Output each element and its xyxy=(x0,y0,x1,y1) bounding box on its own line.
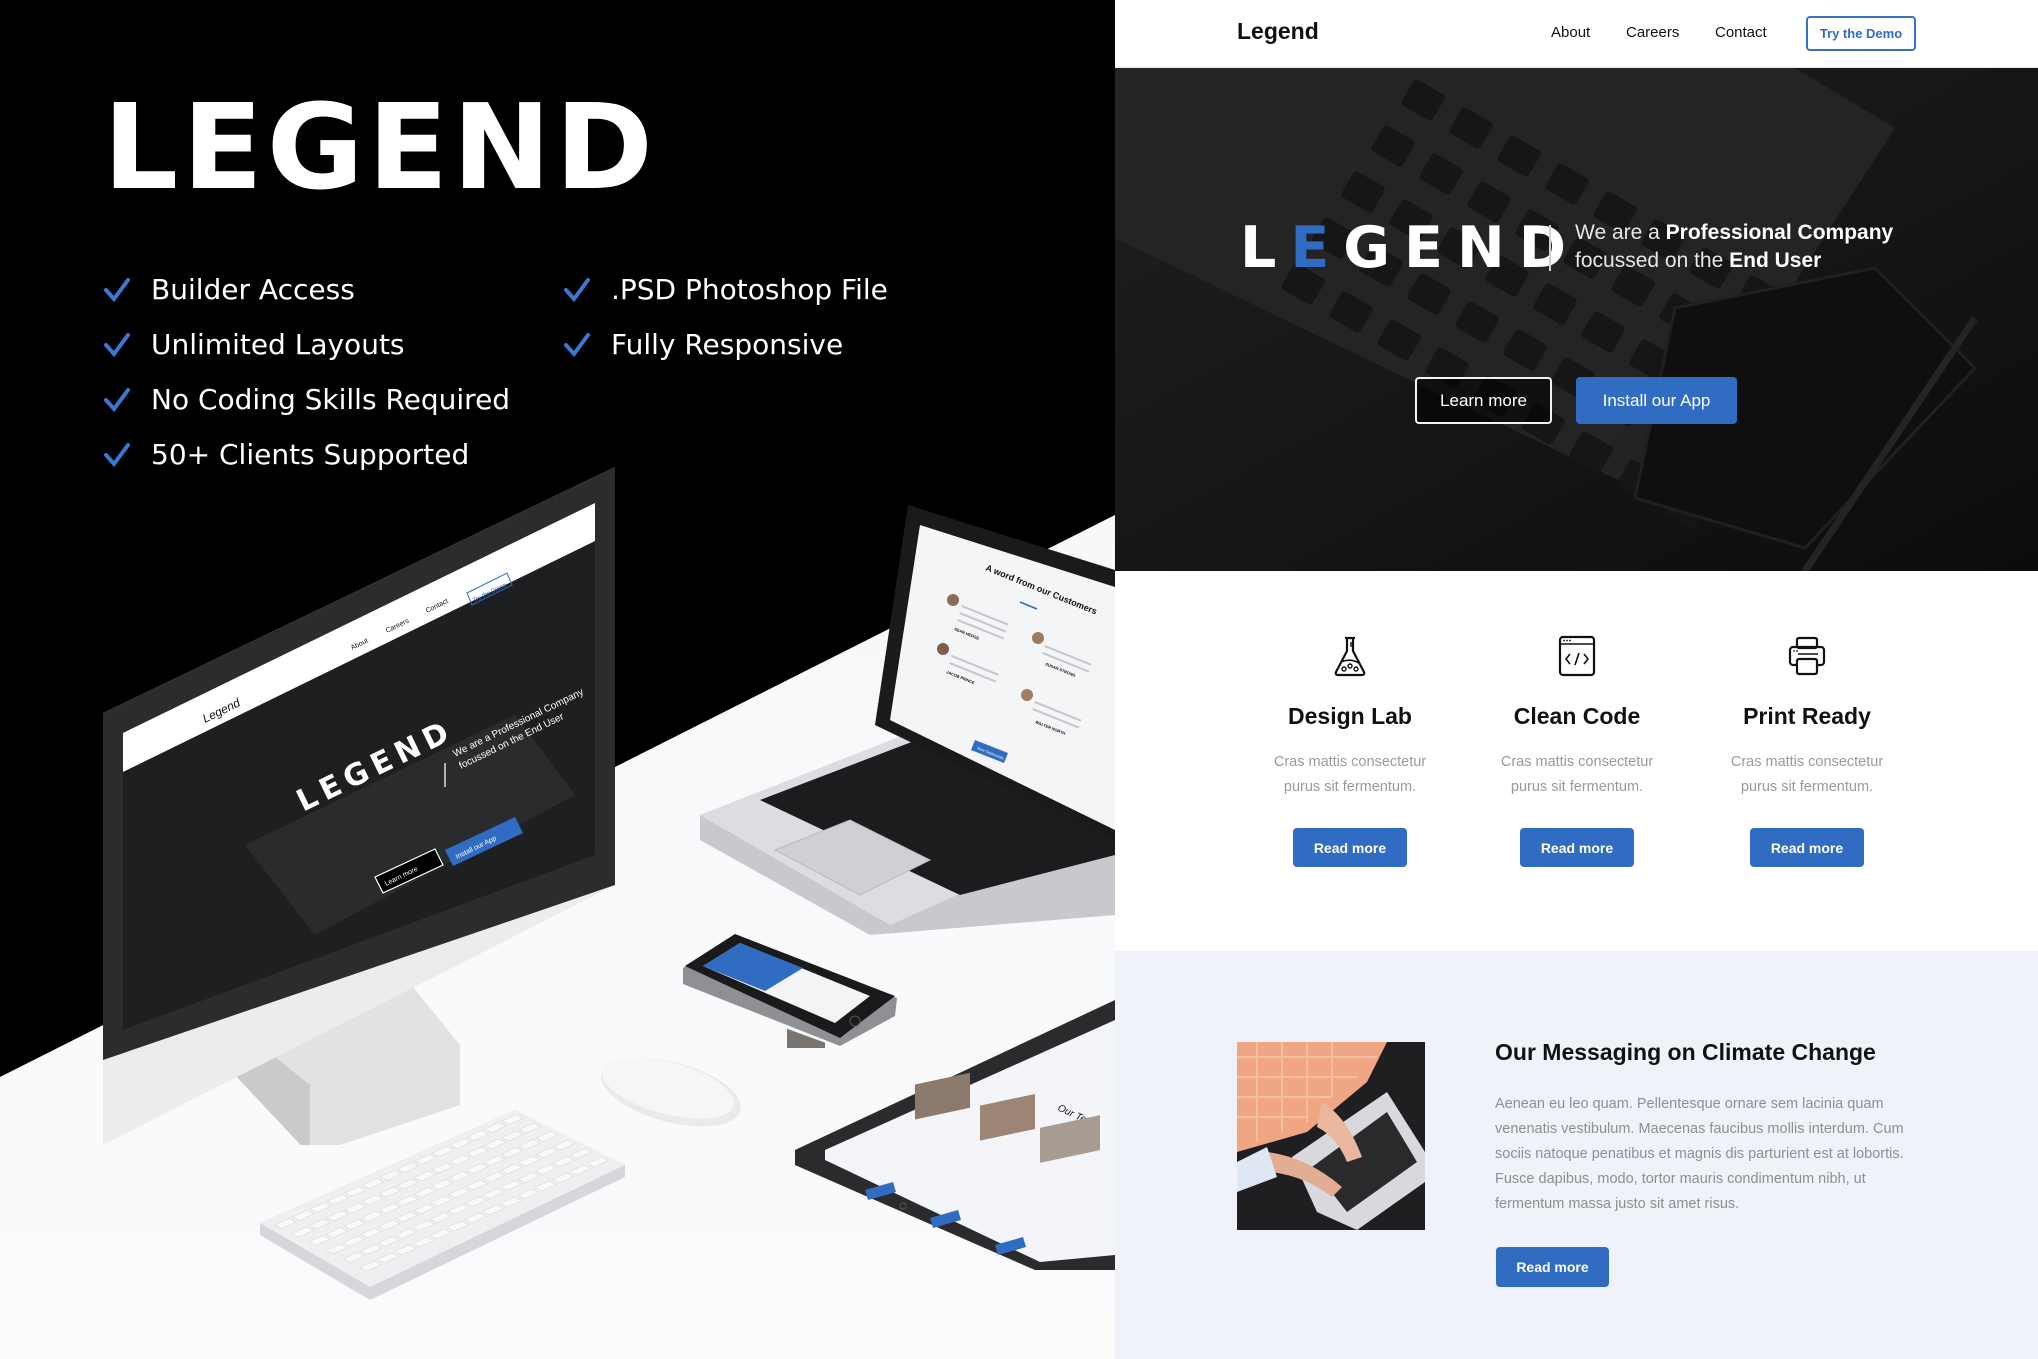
hero-section: L E GEND We are a Professional Company foc… xyxy=(1115,68,2038,571)
site-logo[interactable]: Legend xyxy=(1237,18,1319,45)
feature-checklist-col2: .PSD Photoshop File Fully Responsive xyxy=(563,262,888,372)
tagline-emphasis: Professional Company xyxy=(1665,221,1894,244)
checklist-item: .PSD Photoshop File xyxy=(563,262,888,317)
climate-body: Aenean eu leo quam. Pellentesque ornare … xyxy=(1495,1096,1904,1212)
read-more-button[interactable]: Read more xyxy=(1293,828,1407,867)
feature-title: Print Ready xyxy=(1743,703,1871,729)
checklist-item: Builder Access xyxy=(103,262,510,317)
climate-read-more-button[interactable]: Read more xyxy=(1496,1247,1609,1287)
laptop-mockup: A word from our Customers SEAN HEDGE SUS… xyxy=(700,505,1115,935)
nav-link-about[interactable]: About xyxy=(1551,24,1590,41)
feature-card-design-lab: Design Lab Cras mattis consectetur purus … xyxy=(1240,634,1460,867)
tablet-mockup: Our Team xyxy=(795,1000,1115,1270)
wordmark-letter: L xyxy=(1240,215,1291,281)
hero-tagline: We are a Professional Company focussed o… xyxy=(1575,219,1893,275)
read-more-button[interactable]: Read more xyxy=(1520,828,1634,867)
hero-background-image xyxy=(1115,68,2038,571)
climate-photo xyxy=(1237,1042,1425,1230)
checkmark-icon xyxy=(104,387,130,412)
features-section: Design Lab Cras mattis consectetur purus … xyxy=(1115,571,2038,951)
climate-title: Our Messaging on Climate Change xyxy=(1495,1039,1876,1065)
keyboard-mockup xyxy=(260,1110,625,1300)
hero-wordmark: L E GEND xyxy=(1240,215,1580,281)
promo-panel: LEGEND Builder Access Unlimited Layouts … xyxy=(0,0,1115,1359)
promo-title: LEGEND xyxy=(103,78,657,216)
checkmark-icon xyxy=(104,332,130,357)
feature-description: Cras mattis consectetur purus sit ferment… xyxy=(1730,754,1884,795)
checkmark-icon xyxy=(564,332,590,357)
feature-title: Clean Code xyxy=(1513,703,1641,729)
checklist-item: Unlimited Layouts xyxy=(103,317,510,372)
checklist-item: No Coding Skills Required xyxy=(103,372,510,427)
code-window-icon xyxy=(1558,635,1596,677)
feature-title: Design Lab xyxy=(1288,703,1412,729)
person-typing-on-laptop-photo xyxy=(1237,1042,1425,1230)
feature-card-print-ready: Print Ready Cras mattis consectetur purus… xyxy=(1697,634,1917,867)
wordmark-letters: GEND xyxy=(1343,215,1581,281)
printer-icon xyxy=(1788,636,1826,676)
tagline-text: We are a xyxy=(1575,221,1666,244)
website-preview: Legend About Careers Contact Try the Dem… xyxy=(1115,0,2038,1359)
feature-description: Cras mattis consectetur purus sit ferment… xyxy=(1273,754,1427,795)
tagline-text: focussed on the xyxy=(1575,249,1730,272)
wordmark-accent-letter: E xyxy=(1290,215,1344,281)
install-app-button[interactable]: Install our App xyxy=(1576,377,1737,424)
nav-link-careers[interactable]: Careers xyxy=(1626,24,1679,41)
read-more-button[interactable]: Read more xyxy=(1750,828,1864,867)
tagline-emphasis: End User xyxy=(1729,249,1822,272)
feature-description: Cras mattis consectetur purus sit ferment… xyxy=(1500,754,1654,795)
checklist-label: Fully Responsive xyxy=(611,328,844,361)
checklist-label: Unlimited Layouts xyxy=(151,328,405,361)
imac-mockup: Legend About Careers Contact Try the Dem… xyxy=(103,467,615,1145)
feature-checklist-col1: Builder Access Unlimited Layouts No Codi… xyxy=(103,262,510,482)
learn-more-button[interactable]: Learn more xyxy=(1415,377,1552,424)
checklist-label: .PSD Photoshop File xyxy=(611,273,888,306)
checklist-item: Fully Responsive xyxy=(563,317,888,372)
top-nav: Legend About Careers Contact Try the Dem… xyxy=(1115,0,2038,68)
checkmark-icon xyxy=(564,277,590,302)
checklist-label: No Coding Skills Required xyxy=(151,383,511,416)
nav-link-contact[interactable]: Contact xyxy=(1715,24,1767,41)
climate-section: Our Messaging on Climate Change Aenean e… xyxy=(1115,951,2038,1359)
try-demo-button[interactable]: Try the Demo xyxy=(1806,16,1916,51)
flask-icon xyxy=(1334,636,1366,677)
checkmark-icon xyxy=(104,277,130,302)
hero-divider xyxy=(1549,225,1551,271)
feature-card-clean-code: Clean Code Cras mattis consectetur purus … xyxy=(1467,634,1687,867)
checklist-label: Builder Access xyxy=(151,273,355,306)
